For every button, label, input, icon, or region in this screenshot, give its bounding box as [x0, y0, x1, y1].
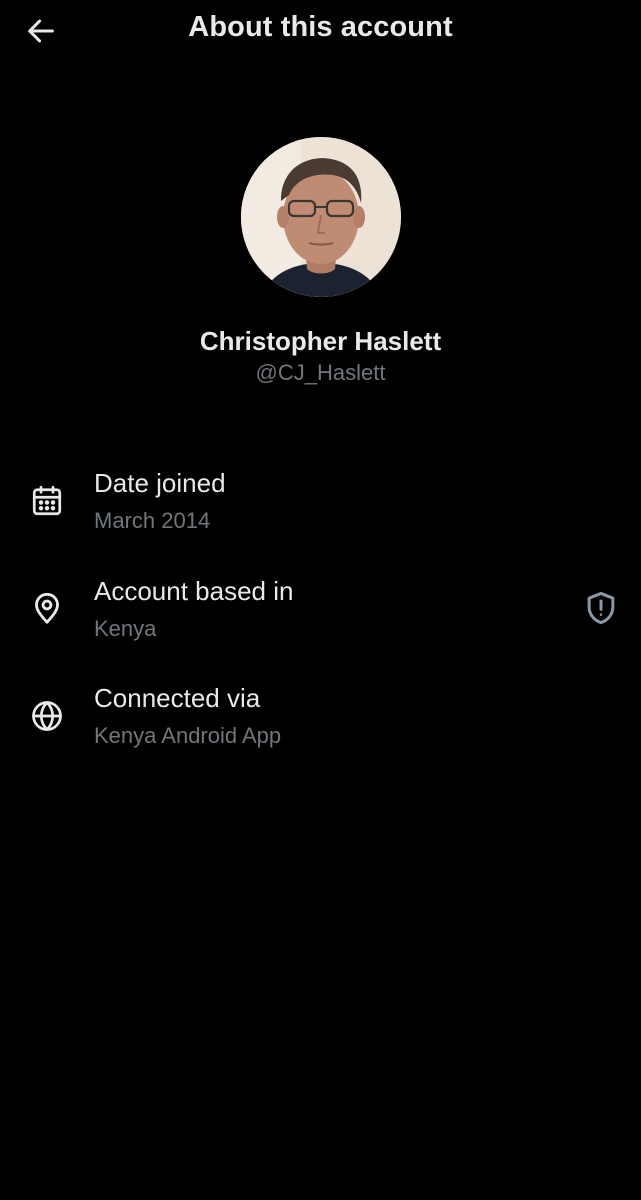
account-based-in-value: Kenya [94, 616, 157, 641]
globe-icon [29, 698, 65, 734]
calendar-icon [29, 483, 65, 519]
account-based-in-label: Account based in [94, 576, 294, 606]
info-row-account-based-in: Account based in Kenya [0, 573, 641, 663]
connected-via-value: Kenya Android App [94, 723, 282, 748]
date-joined-label: Date joined [94, 468, 226, 498]
date-joined-value: March 2014 [94, 508, 211, 533]
page-title: About this account [188, 11, 453, 43]
connected-via-label: Connected via [94, 683, 261, 713]
top-bar: About this account [0, 0, 641, 62]
user-handle: @CJ_Haslett [255, 360, 386, 385]
avatar[interactable] [241, 137, 401, 297]
shield-alert-icon[interactable] [582, 589, 620, 627]
location-pin-icon [29, 590, 65, 626]
display-name: Christopher Haslett [199, 326, 442, 356]
info-row-connected-via: Connected via Kenya Android App [0, 680, 641, 770]
info-row-date-joined: Date joined March 2014 [0, 465, 641, 555]
